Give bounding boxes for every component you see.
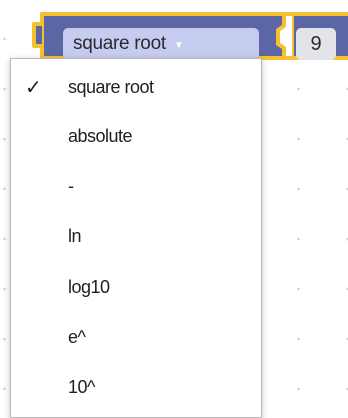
chevron-down-icon: ▼ xyxy=(173,39,184,51)
menu-item-label: square root xyxy=(68,76,154,97)
menu-item-label: 10^ xyxy=(68,376,95,397)
number-input-field[interactable]: 9 xyxy=(296,28,336,60)
menu-item-10-power[interactable]: 10^ xyxy=(11,365,261,409)
menu-item-label: log10 xyxy=(68,276,110,297)
output-connector xyxy=(32,22,42,48)
operation-dropdown-label: square root xyxy=(73,33,166,54)
menu-item-ln[interactable]: ln xyxy=(11,214,261,258)
operation-dropdown[interactable]: square root ▼ xyxy=(63,28,259,60)
menu-item-e-power[interactable]: e^ xyxy=(11,315,261,359)
menu-item-label: e^ xyxy=(68,326,86,347)
menu-item-label: absolute xyxy=(68,125,133,146)
menu-item-label: - xyxy=(68,175,74,196)
checkmark-icon: ✓ xyxy=(25,76,42,99)
menu-item-square-root[interactable]: ✓ square root xyxy=(11,65,261,109)
dropdown-menu: ✓ square root absolute - ln log10 e^ 10^ xyxy=(10,58,262,418)
menu-item-label: ln xyxy=(68,225,82,246)
menu-item-negate[interactable]: - xyxy=(11,164,261,208)
menu-item-absolute[interactable]: absolute xyxy=(11,114,261,158)
menu-item-log10[interactable]: log10 xyxy=(11,265,261,309)
